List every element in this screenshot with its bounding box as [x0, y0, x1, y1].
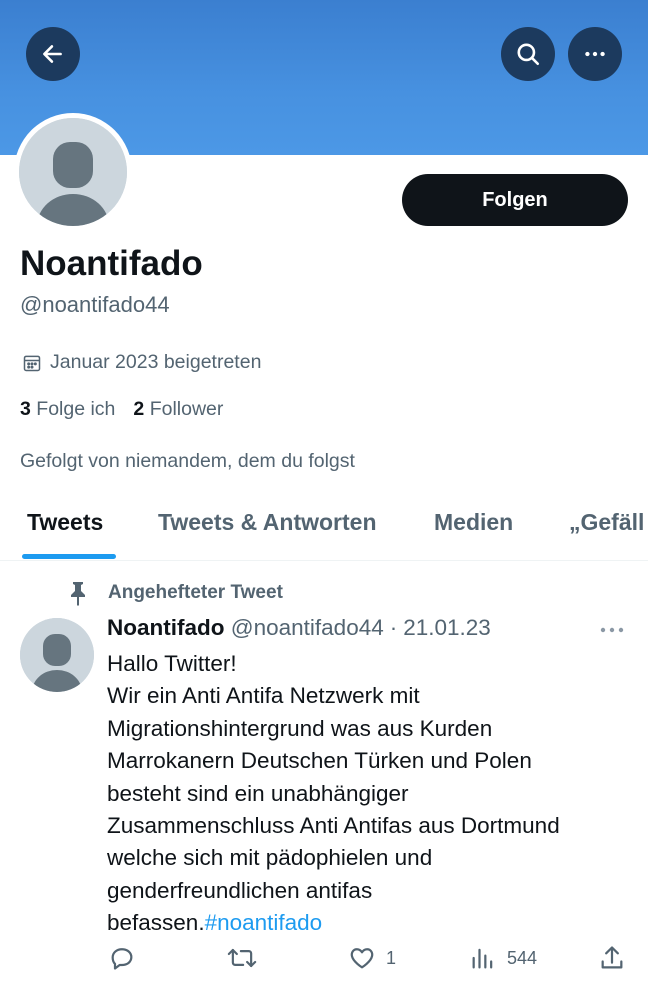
tweet-header: Noantifado @noantifado44 · 21.01.23: [107, 615, 491, 641]
followers-label: Follower: [149, 398, 224, 420]
following-label: Folge ich: [36, 398, 116, 420]
tweet-text-line: Zusammenschluss Anti Antifas aus Dortmun…: [107, 813, 560, 839]
profile-handle: @noantifado44: [20, 292, 170, 317]
share-icon: [601, 946, 623, 969]
tab-likes[interactable]: „Gefäll: [569, 509, 644, 536]
tweet-text-line: Wir ein Anti Antifa Netzwerk mit: [107, 683, 420, 709]
tweet-text-line: Hallo Twitter!: [107, 651, 237, 676]
tweet-more-button[interactable]: [598, 620, 626, 645]
tweet-actions: 1 544: [0, 944, 648, 984]
pinned-tweet-label: Angehefteter Tweet: [66, 580, 283, 606]
tab-media[interactable]: Medien: [434, 509, 513, 536]
follow-counts: 3 Folge ich 2 Follower: [20, 398, 223, 421]
default-avatar-icon: [20, 618, 94, 692]
views-count: 544: [507, 947, 538, 968]
more-horizontal-icon: [600, 627, 624, 633]
active-tab-indicator: [22, 554, 116, 559]
tweet-text-line: welche sich mit pädophielen und: [107, 845, 433, 871]
search-icon: [517, 43, 540, 66]
like-button[interactable]: 1: [348, 944, 396, 972]
followers-link[interactable]: 2 Follower: [133, 398, 223, 421]
follow-button[interactable]: Folgen: [402, 174, 628, 226]
pinned-label-text: Angehefteter Tweet: [108, 582, 283, 603]
tab-tweets[interactable]: Tweets: [27, 509, 103, 536]
followers-count: 2: [133, 398, 145, 420]
following-count: 3: [20, 398, 31, 420]
tweet-author-name[interactable]: Noantifado: [107, 615, 225, 640]
tweet-text-last-line: befassen.#noantifado: [107, 907, 637, 939]
like-count: 1: [386, 947, 397, 968]
more-horizontal-icon: [585, 51, 605, 57]
joined-date: Januar 2023 beigetreten: [22, 351, 261, 374]
profile-tabs: Tweets Tweets & Antworten Medien „Gefäll: [0, 495, 648, 561]
tweet-text-line: genderfreundlichen antifas: [107, 877, 373, 903]
hashtag-link[interactable]: #noantifado: [205, 910, 323, 935]
tab-tweets-and-replies[interactable]: Tweets & Antworten: [158, 509, 377, 536]
tweet-separator: ·: [389, 615, 398, 640]
followed-by-text: Gefolgt von niemandem, dem du folgst: [20, 450, 355, 472]
tweet-text-line: besteht sind ein unabhängiger: [107, 780, 409, 806]
tweet-text: Hallo Twitter! Wir ein Anti Antifa Netzw…: [107, 648, 637, 940]
tweet-author-handle[interactable]: @noantifado44: [231, 615, 384, 640]
reply-icon: [111, 948, 133, 970]
views-icon: [472, 948, 493, 969]
joined-label: Januar 2023 beigetreten: [50, 351, 262, 373]
share-button[interactable]: [598, 944, 626, 972]
tweet-text-line: befassen.: [107, 910, 205, 936]
tweet-author-avatar[interactable]: [20, 618, 94, 692]
back-button[interactable]: [26, 27, 80, 81]
tweet-text-line: Migrationshintergrund was aus Kurden: [107, 715, 493, 741]
views-button[interactable]: 544: [469, 944, 537, 972]
retweet-icon: [227, 948, 257, 968]
reply-button[interactable]: [108, 944, 136, 972]
pin-icon: [71, 582, 85, 606]
arrow-left-icon: [43, 45, 62, 63]
profile-avatar[interactable]: [14, 113, 132, 231]
default-avatar-icon: [19, 118, 127, 226]
tweet-date[interactable]: 21.01.23: [403, 615, 491, 640]
following-link[interactable]: 3 Folge ich: [20, 398, 115, 421]
tweet-text-line: Marrokanern Deutschen Türken und Polen: [107, 748, 532, 774]
search-button[interactable]: [501, 27, 555, 81]
calendar-icon: [23, 355, 41, 371]
profile-display-name: Noantifado: [20, 244, 203, 283]
more-options-button[interactable]: [568, 27, 622, 81]
retweet-button[interactable]: [226, 944, 258, 972]
heart-icon: [350, 948, 374, 969]
